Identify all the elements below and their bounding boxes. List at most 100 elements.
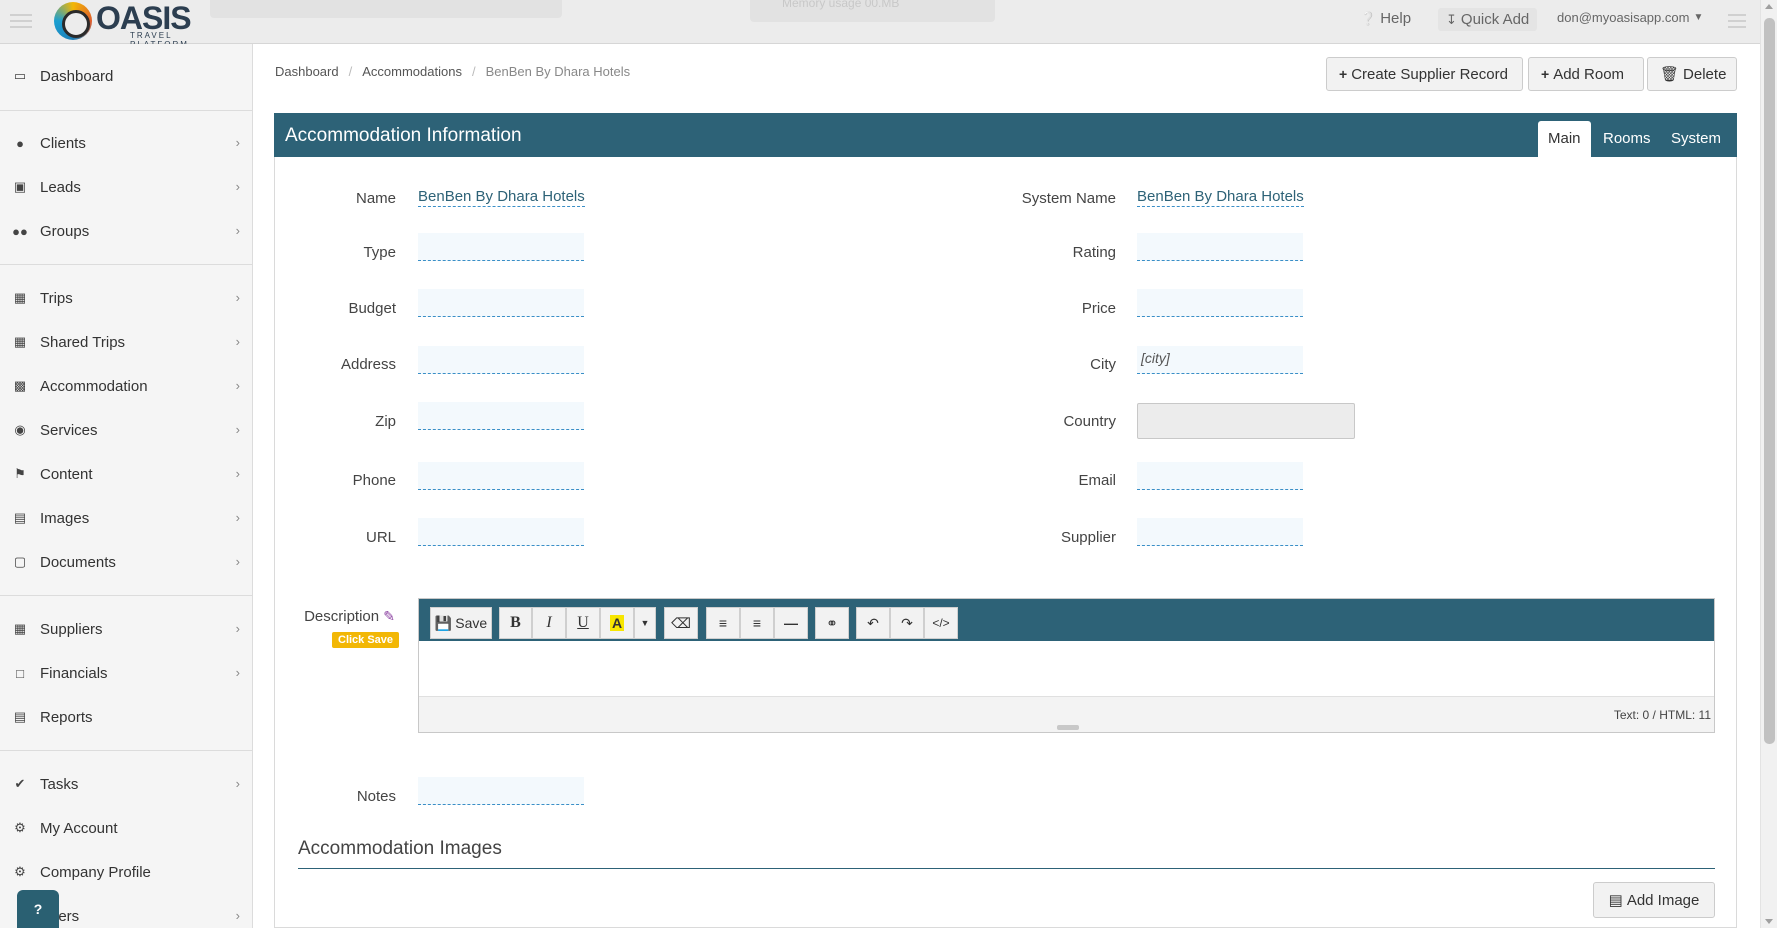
sidebar-item-trips[interactable]: ▦ Trips › bbox=[0, 278, 252, 318]
help-fab-button[interactable]: ? bbox=[17, 890, 59, 928]
email-field[interactable] bbox=[1137, 462, 1303, 490]
sidebar-item-label: Shared Trips bbox=[40, 333, 126, 351]
phone-label: Phone bbox=[352, 472, 396, 489]
sidebar-item-label: Tasks bbox=[40, 775, 79, 793]
horizontal-rule-icon[interactable]: — bbox=[774, 607, 808, 639]
editor-content-area[interactable] bbox=[419, 641, 1714, 696]
chevron-right-icon: › bbox=[235, 422, 240, 437]
sidebar-item-documents[interactable]: ▢ Documents › bbox=[0, 542, 252, 582]
edit-icon[interactable]: ✎ bbox=[383, 608, 395, 624]
divider bbox=[0, 595, 252, 596]
add-room-button[interactable]: + Add Room bbox=[1528, 57, 1644, 91]
link-icon[interactable]: ⚭ bbox=[815, 607, 849, 639]
sidebar-item-dashboard[interactable]: ▭ Dashboard bbox=[0, 56, 252, 96]
underline-icon[interactable]: U bbox=[566, 607, 600, 639]
budget-label: Budget bbox=[348, 300, 396, 317]
tab-system[interactable]: System bbox=[1661, 121, 1731, 157]
sidebar-item-label: Trips bbox=[40, 289, 73, 307]
quick-add-label: Quick Add bbox=[1460, 11, 1530, 28]
tab-rooms[interactable]: Rooms bbox=[1593, 121, 1661, 157]
editor-save-button[interactable]: 💾 Save bbox=[430, 607, 492, 639]
zip-field[interactable] bbox=[418, 402, 584, 430]
image-icon: ▤ bbox=[13, 510, 27, 525]
chevron-right-icon: › bbox=[235, 334, 240, 349]
price-field[interactable] bbox=[1137, 289, 1303, 317]
sidebar-item-content[interactable]: ⚑ Content › bbox=[0, 454, 252, 494]
eraser-icon[interactable]: ⌫ bbox=[664, 607, 698, 639]
pdf-icon: ▢ bbox=[13, 554, 27, 569]
address-field[interactable] bbox=[418, 346, 584, 374]
breadcrumb-current: BenBen By Dhara Hotels bbox=[485, 64, 631, 79]
menu-toggle-icon[interactable] bbox=[10, 14, 32, 30]
help-link[interactable]: ❔ Help bbox=[1360, 10, 1411, 27]
report-icon: ▤ bbox=[13, 709, 27, 724]
chevron-right-icon: › bbox=[235, 223, 240, 238]
sidebar-item-services[interactable]: ◉ Services › bbox=[0, 410, 252, 450]
color-dropdown-icon[interactable]: ▼ bbox=[634, 607, 656, 639]
sidebar-item-shared-trips[interactable]: ▦ Shared Trips › bbox=[0, 322, 252, 362]
top-bar: OASIS TRAVEL PLATFORM Memory usage 00.MB… bbox=[0, 0, 1760, 49]
sidebar-item-label: Suppliers bbox=[40, 620, 103, 638]
sidebar-item-tasks[interactable]: ✔ Tasks › bbox=[0, 764, 252, 804]
sidebar-item-label: Dashboard bbox=[40, 67, 114, 85]
tab-main[interactable]: Main bbox=[1538, 121, 1591, 157]
delete-button[interactable]: 🗑 Delete bbox=[1647, 57, 1737, 91]
bold-icon[interactable]: B bbox=[499, 607, 532, 639]
breadcrumb-dashboard[interactable]: Dashboard bbox=[275, 64, 339, 79]
sidebar-item-accommodation[interactable]: ▩ Accommodation › bbox=[0, 366, 252, 406]
highlight-color-icon[interactable]: A bbox=[600, 607, 634, 639]
city-field[interactable]: [city] bbox=[1137, 346, 1303, 374]
rating-field[interactable] bbox=[1137, 233, 1303, 261]
breadcrumb-accommodations[interactable]: Accommodations bbox=[362, 64, 462, 79]
arrow-down-icon: ↧ bbox=[1446, 11, 1457, 27]
sidebar-item-clients[interactable]: ● Clients › bbox=[0, 123, 252, 163]
numbered-list-icon[interactable]: ≡ bbox=[740, 607, 774, 639]
button-label: Create Supplier Record bbox=[1351, 65, 1508, 83]
sidebar-item-my-account[interactable]: ⚙ My Account bbox=[0, 808, 252, 848]
create-supplier-record-button[interactable]: + Create Supplier Record bbox=[1326, 57, 1523, 91]
scroll-down-icon[interactable] bbox=[1765, 919, 1773, 924]
sidebar-item-groups[interactable]: ●● Groups › bbox=[0, 211, 252, 251]
system-name-label: System Name bbox=[1021, 190, 1116, 207]
user-icon: ● bbox=[16, 135, 24, 151]
phone-field[interactable] bbox=[418, 462, 584, 490]
caret-down-icon: ▼ bbox=[1693, 12, 1704, 23]
type-field[interactable] bbox=[418, 233, 584, 261]
country-select[interactable] bbox=[1137, 403, 1355, 439]
sidebar-item-company-profile[interactable]: ⚙ Company Profile bbox=[0, 852, 252, 892]
scroll-thumb[interactable] bbox=[1764, 18, 1775, 744]
sidebar-item-reports[interactable]: ▤ Reports bbox=[0, 697, 252, 737]
sidebar-item-suppliers[interactable]: ▦ Suppliers › bbox=[0, 609, 252, 649]
flag-icon: ⚑ bbox=[14, 466, 26, 481]
sidebar-item-leads[interactable]: ▣ Leads › bbox=[0, 167, 252, 207]
type-label: Type bbox=[363, 244, 396, 261]
quick-add-button[interactable]: ↧ Quick Add bbox=[1438, 8, 1538, 31]
budget-field[interactable] bbox=[418, 289, 584, 317]
suitcase-icon: ▦ bbox=[13, 334, 27, 349]
sidebar-item-images[interactable]: ▤ Images › bbox=[0, 498, 252, 538]
notes-label: Notes bbox=[356, 788, 396, 805]
right-menu-icon[interactable] bbox=[1728, 14, 1746, 28]
chevron-right-icon: › bbox=[235, 179, 240, 194]
scroll-up-icon[interactable] bbox=[1765, 4, 1773, 9]
bullet-list-icon[interactable]: ≡ bbox=[706, 607, 740, 639]
code-view-icon[interactable]: </> bbox=[924, 607, 958, 639]
sidebar-item-financials[interactable]: □ Financials › bbox=[0, 653, 252, 693]
trash-icon: 🗑 bbox=[1660, 66, 1680, 83]
redo-icon[interactable]: ↷ bbox=[890, 607, 924, 639]
brand-logo[interactable]: OASIS TRAVEL PLATFORM bbox=[52, 0, 212, 49]
logo-ring-icon bbox=[54, 2, 92, 40]
undo-icon[interactable]: ↶ bbox=[856, 607, 890, 639]
user-menu[interactable]: don@myoasisapp.com ▼ bbox=[1557, 10, 1703, 25]
resize-grip-icon[interactable] bbox=[1057, 725, 1079, 730]
page-scrollbar[interactable] bbox=[1760, 0, 1777, 928]
italic-icon[interactable]: I bbox=[532, 607, 566, 639]
notes-field[interactable] bbox=[418, 777, 584, 805]
system-name-field[interactable]: BenBen By Dhara Hotels bbox=[1137, 188, 1304, 207]
url-field[interactable] bbox=[418, 518, 584, 546]
name-field[interactable]: BenBen By Dhara Hotels bbox=[418, 188, 585, 207]
chevron-right-icon: › bbox=[235, 554, 240, 569]
add-image-button[interactable]: ▤ Add Image bbox=[1593, 882, 1715, 918]
supplier-field[interactable] bbox=[1137, 518, 1303, 546]
save-icon: 💾 bbox=[434, 614, 453, 631]
